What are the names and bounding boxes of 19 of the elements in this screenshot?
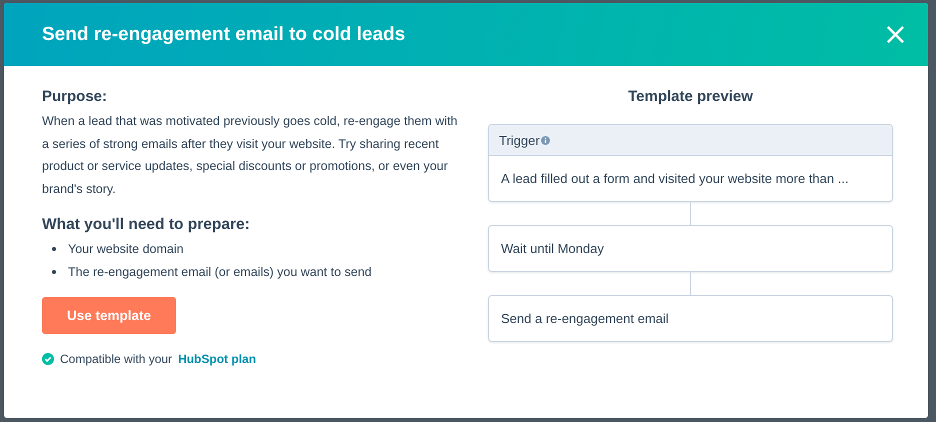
step-text: Wait until Monday <box>501 241 604 256</box>
preview-title: Template preview <box>627 88 754 105</box>
compatibility-text: Compatible with your <box>60 352 172 366</box>
section-heading: Purpose: <box>42 88 108 105</box>
info-icon[interactable] <box>540 136 550 144</box>
bullet-icon <box>52 270 56 274</box>
check-circle-icon <box>42 353 54 365</box>
trigger-label: Trigger <box>499 132 540 148</box>
plan-link[interactable]: HubSpot plan <box>178 352 256 366</box>
use-template-button[interactable]: Use template <box>42 297 176 334</box>
close-button[interactable]: × <box>878 22 912 48</box>
list-item: Your website domain <box>68 241 184 258</box>
list-item: The re-engagement email (or emails) you want to send <box>68 264 372 281</box>
step-text: Send a re-engagement email <box>501 311 669 326</box>
section-heading: What you'll need to prepare: <box>42 216 251 234</box>
bullet-icon <box>52 247 56 252</box>
dialog-title: Send re-engagement email to cold leads <box>42 24 406 46</box>
step-text: A lead filled out a form and visited your website more than ... <box>501 171 849 186</box>
purpose-text: When a lead that was motivated previously goes cold, re-engage them with a series of strong emails after they visit your website. Try sharing recent product or service updates, special discounts or promotions, or even your brand's story. <box>42 113 459 198</box>
